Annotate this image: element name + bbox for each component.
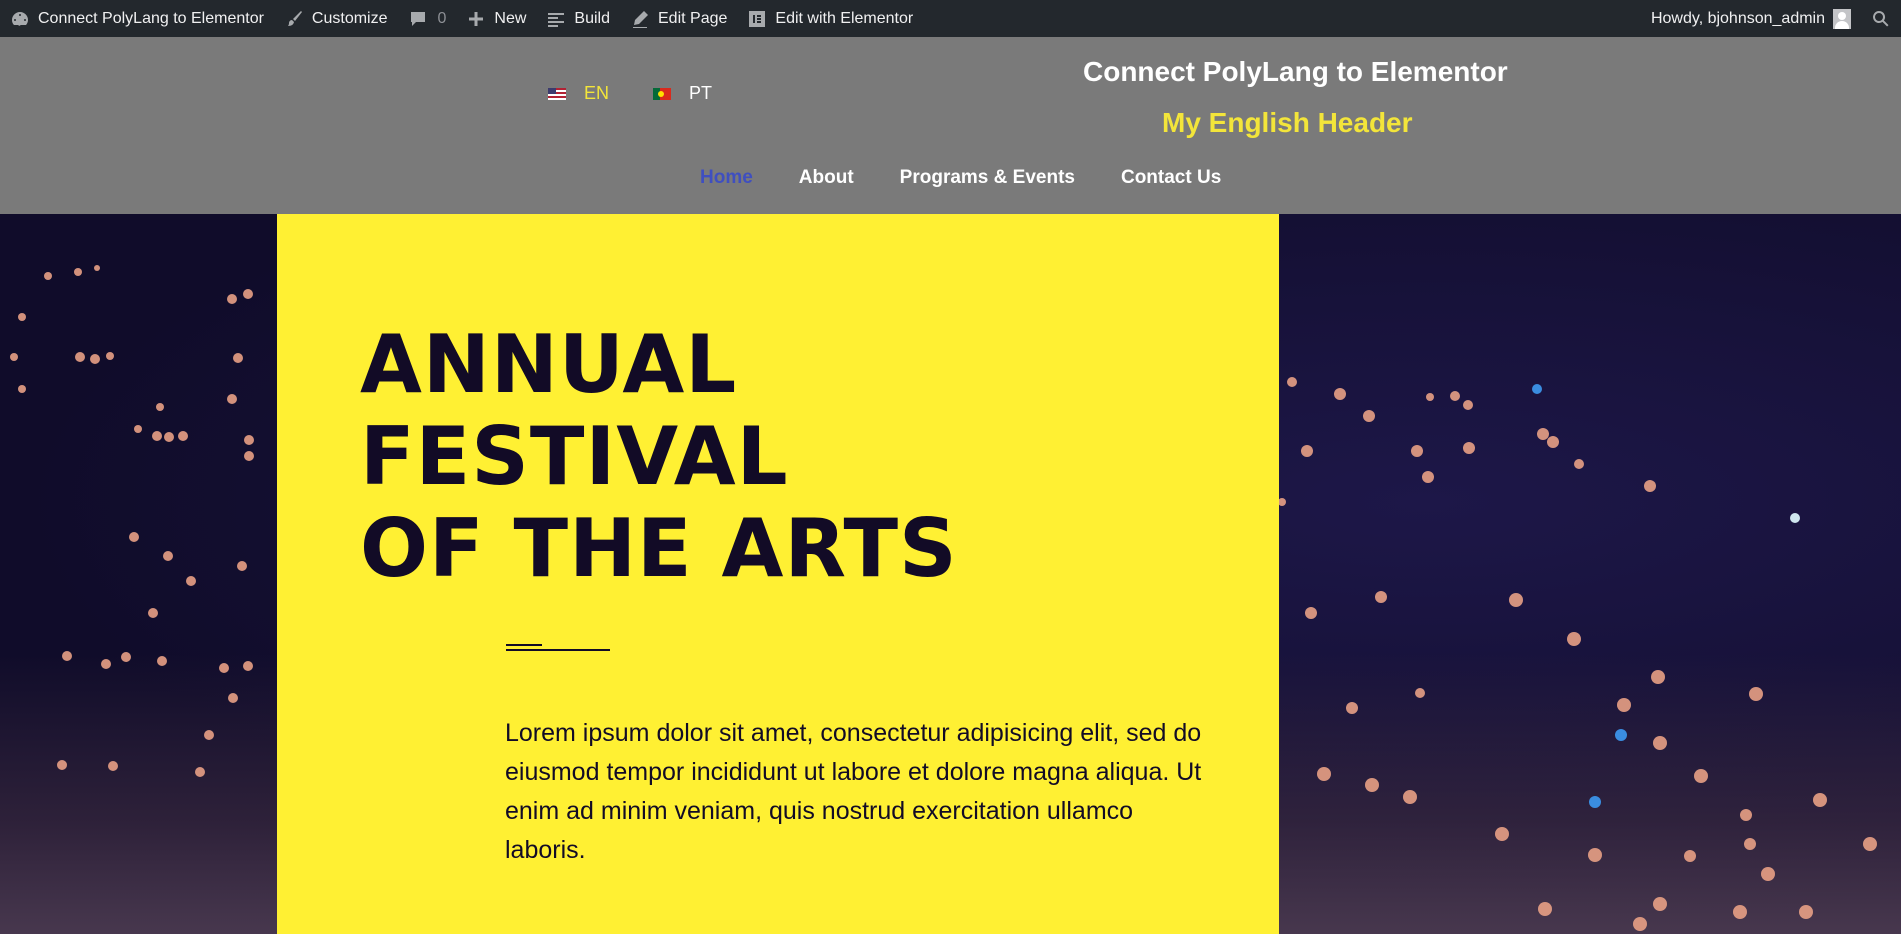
layout-icon [546,9,566,29]
customize-link[interactable]: Customize [274,0,398,37]
language-switch-en[interactable]: EN [548,83,609,104]
hero-body-text: Lorem ipsum dolor sit amet, consectetur … [505,719,1202,864]
plus-icon [466,9,486,29]
edit-page-link[interactable]: Edit Page [620,0,737,37]
hero-title-line-1: ANNUAL [360,318,738,411]
howdy-label: Howdy, bjohnson_admin [1650,9,1825,27]
nav-item-programs-events[interactable]: Programs & Events [900,167,1075,189]
hero-title: ANNUAL FESTIVAL OF THE ARTS [360,319,958,595]
elementor-icon [747,9,767,29]
language-label-en: EN [584,83,610,103]
portugal-flag-icon [653,87,671,100]
account-menu[interactable]: Howdy, bjohnson_admin [1641,0,1861,37]
admin-search-button[interactable] [1861,0,1901,37]
language-switch-pt[interactable]: PT [653,83,712,104]
site-title[interactable]: Connect PolyLang to Elementor [1083,56,1508,88]
comments-count: 0 [437,9,447,27]
main-navigation: Home About Programs & Events Contact Us [700,167,1267,189]
site-name-menu[interactable]: Connect PolyLang to Elementor [0,0,274,37]
customize-label: Customize [311,9,388,27]
dashboard-icon [10,9,30,29]
new-content-menu[interactable]: New [456,0,536,37]
brush-icon [284,9,304,29]
new-label: New [494,9,527,27]
edit-with-elementor-link[interactable]: Edit with Elementor [737,0,923,37]
header-subtitle: My English Header [1162,107,1413,138]
nav-item-about[interactable]: About [799,167,854,189]
hero-divider [506,644,610,652]
admin-bar: Connect PolyLang to Elementor Customize … [0,0,1901,37]
nav-item-contact-us[interactable]: Contact Us [1121,167,1221,189]
build-label: Build [574,9,610,27]
hero-title-line-3: OF THE ARTS [360,502,958,595]
hero-content-panel: ANNUAL FESTIVAL OF THE ARTS Lorem ipsum … [277,214,1279,934]
us-flag-icon [548,87,566,100]
search-icon [1871,9,1891,29]
edit-with-elementor-label: Edit with Elementor [775,9,914,27]
comments-link[interactable]: 0 [398,0,457,37]
build-link[interactable]: Build [536,0,620,37]
pencil-icon [630,9,650,29]
nav-item-home[interactable]: Home [700,167,753,189]
site-header: EN PT Connect PolyLang to Elementor My E… [0,37,1901,214]
avatar [1833,8,1851,29]
comment-icon [408,9,428,29]
language-label-pt: PT [689,83,713,103]
hero-title-line-2: FESTIVAL [360,410,789,503]
site-name-label: Connect PolyLang to Elementor [38,9,264,27]
edit-page-label: Edit Page [658,9,728,27]
hero-section: ANNUAL FESTIVAL OF THE ARTS Lorem ipsum … [0,214,1901,934]
